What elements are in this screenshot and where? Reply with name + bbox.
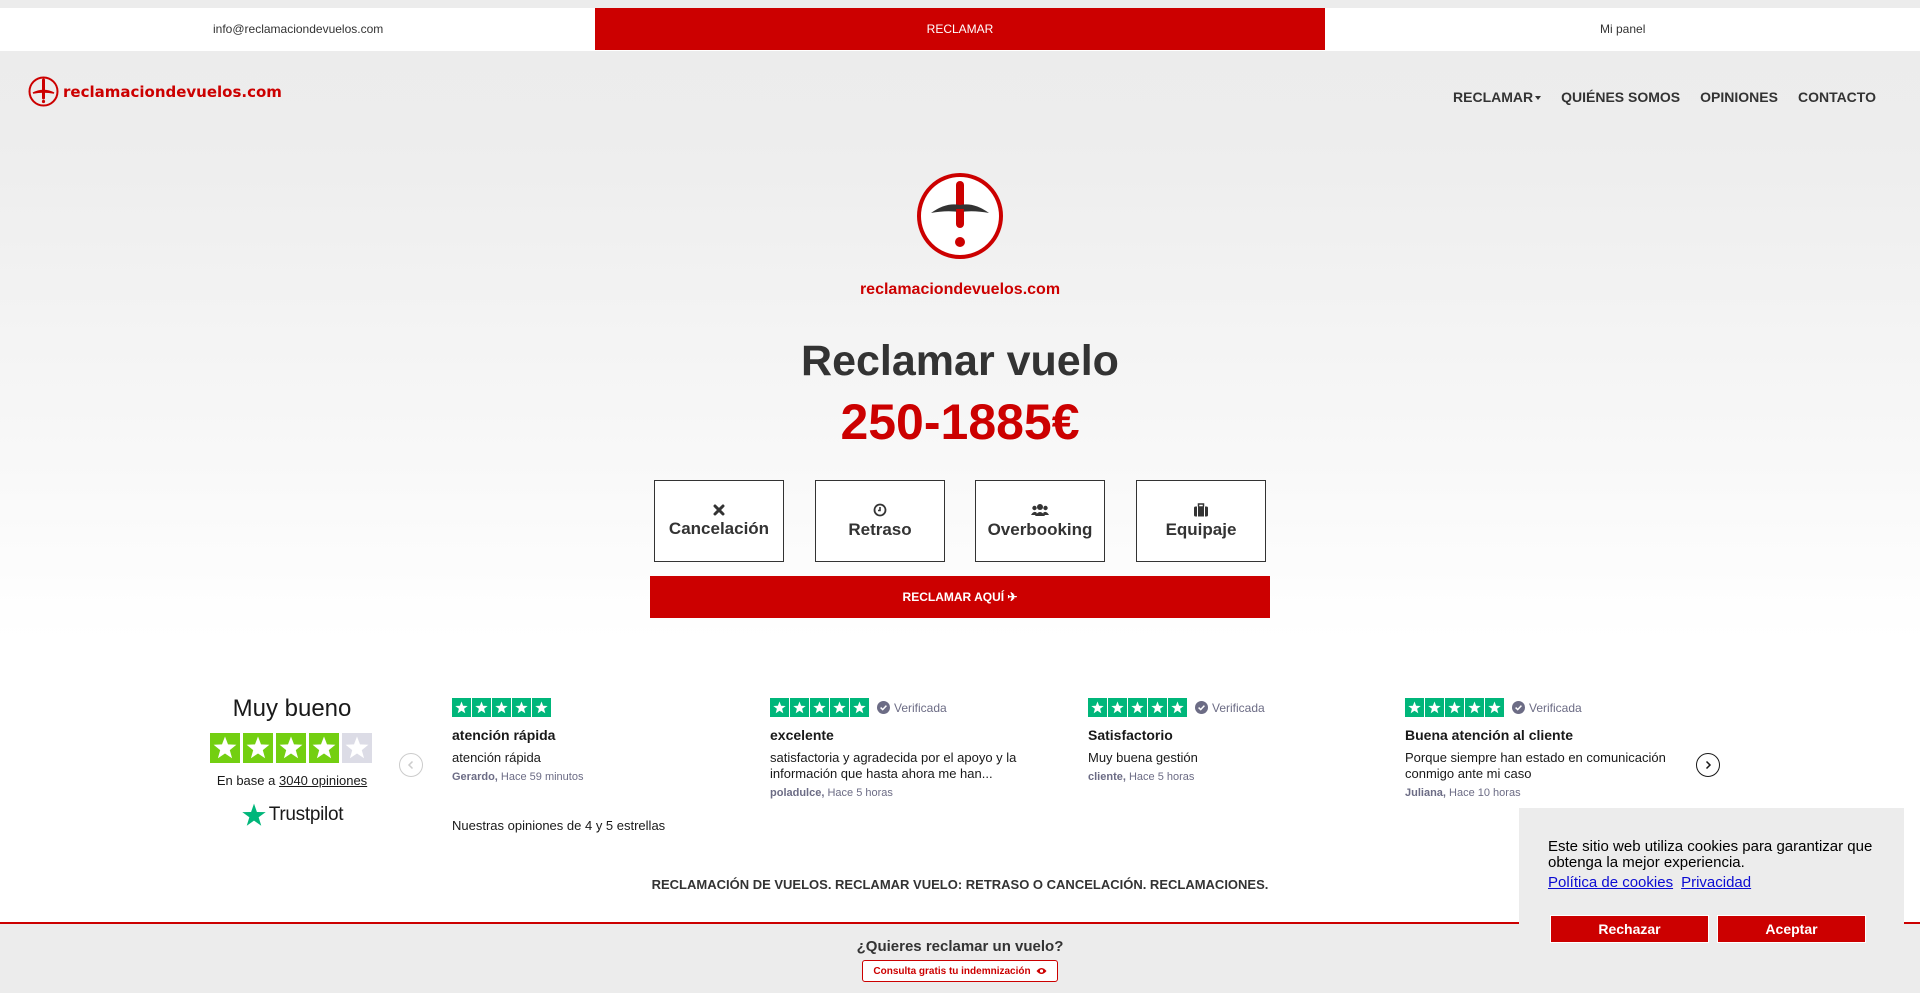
top-claim-button[interactable]: RECLAMAR	[595, 8, 1325, 50]
cookie-banner: Este sitio web utiliza cookies para gara…	[1519, 808, 1904, 993]
my-panel-link[interactable]: Mi panel	[1600, 22, 1645, 36]
free-check-label: Consulta gratis tu indemnización	[873, 965, 1031, 977]
eye-icon	[1036, 968, 1047, 974]
review-author: poladulce,	[770, 787, 825, 799]
review-author: cliente,	[1088, 771, 1126, 783]
review-author: Juliana,	[1405, 787, 1446, 799]
cookie-text: Este sitio web utiliza cookies para gara…	[1548, 838, 1873, 871]
verified-label: Verificada	[1212, 700, 1265, 715]
review-title: atención rápida	[452, 727, 556, 743]
type-equipaje-button[interactable]: Equipaje	[1136, 480, 1266, 562]
compensation-range: 250-1885€	[840, 394, 1080, 450]
star-rating-icon	[452, 698, 551, 717]
type-label: Overbooking	[987, 519, 1093, 539]
claim-type-group: Cancelación Retraso Overbooking Equipaje	[654, 480, 1266, 562]
review-header	[452, 698, 742, 717]
review-header: Verificada	[1088, 698, 1378, 717]
type-label: Cancelación	[668, 518, 770, 538]
review-meta: cliente, Hace 5 horas	[1088, 771, 1378, 783]
review-meta: Gerardo, Hace 59 minutos	[452, 771, 742, 783]
star-rating-icon	[1405, 698, 1504, 717]
chevron-left-icon	[407, 760, 414, 770]
review-meta: poladulce, Hace 5 horas	[770, 787, 1060, 799]
trustpilot-star-icon	[242, 803, 266, 826]
trustpilot-summary: Muy bueno En base a 3040 opiniones Trust…	[200, 695, 384, 828]
users-icon	[1031, 503, 1049, 516]
review-author: Gerardo,	[452, 771, 498, 783]
review-count-link[interactable]: 3040 opiniones	[279, 773, 367, 788]
review-meta: Juliana, Hace 10 horas	[1405, 787, 1695, 799]
type-label: Equipaje	[1165, 519, 1237, 539]
main-nav: RECLAMAR QUIÉNES SOMOS OPINIONES CONTACT…	[1433, 89, 1876, 105]
type-cancelacion-button[interactable]: Cancelación	[654, 480, 784, 562]
review-time: Hace 59 minutos	[500, 771, 584, 783]
review-count: En base a 3040 opiniones	[200, 773, 384, 788]
site-logo[interactable]: reclamaciondevuelos.com	[28, 76, 282, 107]
top-gap	[0, 0, 1920, 8]
hero-plane-icon	[917, 173, 1003, 259]
review-card[interactable]: atención rápida atención rápida Gerardo, H…	[452, 698, 742, 783]
trustpilot-logo[interactable]: Trustpilot	[200, 802, 384, 828]
cookie-links: Política de cookies Privacidad	[1548, 874, 1759, 891]
review-text: satisfactoria y agradecida por el apoyo …	[770, 750, 1017, 781]
review-title: Buena atención al cliente	[1405, 727, 1574, 743]
claim-here-button[interactable]: RECLAMAR AQUÍ ✈	[650, 576, 1270, 618]
type-overbooking-button[interactable]: Overbooking	[975, 480, 1105, 562]
summary-stars	[200, 733, 384, 763]
type-label: Retraso	[848, 519, 912, 539]
review-header: Verificada	[770, 698, 1060, 717]
clock-icon	[873, 503, 887, 516]
nav-item-contacto[interactable]: CONTACTO	[1798, 89, 1876, 105]
review-time: Hace 5 horas	[827, 787, 893, 799]
email-link[interactable]: info@reclamaciondevuelos.com	[213, 22, 383, 36]
review-title: excelente	[770, 727, 834, 743]
review-title: Satisfactorio	[1088, 727, 1173, 743]
suitcase-icon	[1194, 502, 1208, 516]
carousel-prev-button[interactable]	[399, 753, 423, 777]
free-check-button[interactable]: Consulta gratis tu indemnización	[862, 960, 1058, 982]
reject-cookies-button[interactable]: Rechazar	[1550, 915, 1709, 943]
review-text: Porque siempre han estado en comunicació…	[1405, 750, 1666, 781]
review-text: Muy buena gestión	[1088, 750, 1198, 765]
check-circle-icon	[1195, 701, 1208, 714]
type-retraso-button[interactable]: Retraso	[815, 480, 945, 562]
close-icon	[713, 504, 725, 515]
accept-cookies-button[interactable]: Aceptar	[1717, 915, 1866, 943]
review-card[interactable]: Verificada Buena atención al cliente Porqu…	[1405, 698, 1695, 799]
verified-badge: Verificada	[1195, 701, 1265, 715]
nav-item-quienes-somos[interactable]: QUIÉNES SOMOS	[1561, 89, 1680, 105]
verified-label: Verificada	[894, 700, 947, 715]
page-title: Reclamar vuelo	[801, 337, 1119, 385]
trustpilot-logo-text: Trustpilot	[268, 804, 344, 825]
logo-text: reclamaciondevuelos.com	[63, 82, 282, 101]
verified-badge: Verificada	[1512, 701, 1582, 715]
review-time: Hace 5 horas	[1128, 771, 1195, 783]
check-circle-icon	[1512, 701, 1525, 714]
top-strip: info@reclamaciondevuelos.com RECLAMAR Mi…	[0, 0, 1920, 51]
nav-item-opiniones[interactable]: OPINIONES	[1700, 89, 1778, 105]
cookie-policy-link[interactable]: Política de cookies	[1548, 874, 1673, 891]
nav-item-reclamar[interactable]: RECLAMAR	[1453, 89, 1542, 105]
rating-text: Muy bueno	[232, 695, 352, 722]
chevron-right-icon	[1705, 760, 1712, 770]
hero-brand: reclamaciondevuelos.com	[859, 281, 1061, 298]
privacy-link[interactable]: Privacidad	[1681, 874, 1751, 891]
star-rating-icon	[210, 733, 372, 763]
review-time: Hace 10 horas	[1449, 787, 1521, 799]
verified-label: Verificada	[1529, 700, 1582, 715]
verified-badge: Verificada	[877, 701, 947, 715]
star-rating-icon	[770, 698, 869, 717]
review-card[interactable]: Verificada excelente satisfactoria y agrad…	[770, 698, 1060, 799]
reviews-footnote: Nuestras opiniones de 4 y 5 estrellas	[452, 818, 666, 833]
star-rating-icon	[1088, 698, 1187, 717]
review-card[interactable]: Verificada Satisfactorio Muy buena gestión…	[1088, 698, 1378, 783]
review-count-prefix: En base a	[216, 773, 276, 788]
review-header: Verificada	[1405, 698, 1695, 717]
carousel-next-button[interactable]	[1696, 753, 1720, 777]
nav-item-label: RECLAMAR	[1453, 89, 1534, 105]
plane-logo-icon	[28, 76, 59, 107]
check-circle-icon	[877, 701, 890, 714]
review-text: atención rápida	[452, 750, 541, 765]
caret-down-icon	[1535, 96, 1542, 101]
